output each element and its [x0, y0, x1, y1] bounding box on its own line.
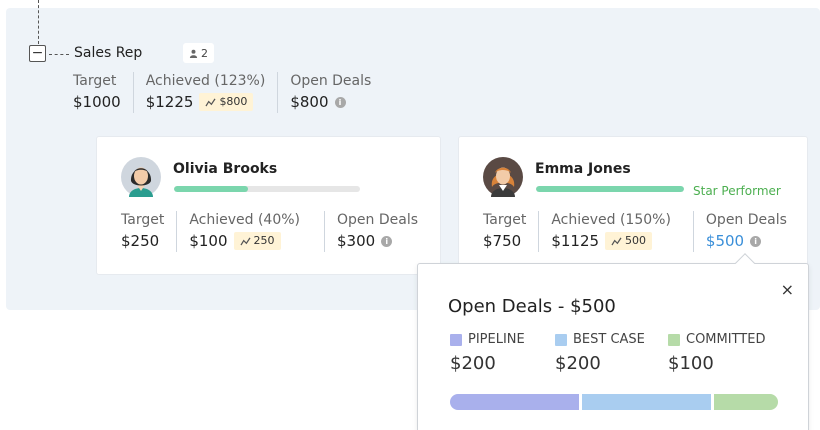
- trend-badge: 500: [605, 232, 653, 250]
- target-label: Target: [483, 212, 527, 228]
- trend-value: 500: [625, 234, 647, 247]
- info-icon[interactable]: i: [334, 96, 346, 108]
- best-case-label: BEST CASE: [573, 332, 645, 347]
- target-stat: Target $250: [121, 211, 176, 252]
- open-deals-label: Open Deals: [705, 212, 787, 228]
- trend-badge: 250: [233, 232, 281, 250]
- trend-up-icon: [205, 98, 216, 106]
- progress-bar-fill: [174, 186, 249, 192]
- star-performer-badge: Star Performer: [693, 184, 781, 198]
- trend-up-icon: [611, 237, 622, 245]
- pipeline-swatch: [450, 333, 462, 346]
- committed-value: $100: [668, 353, 714, 374]
- open-deals-stat: Open Deals $500 i: [692, 211, 799, 252]
- open-deals-stat: Open Deals $300 i: [324, 211, 430, 252]
- target-stat: Target $1000: [73, 72, 133, 113]
- achieved-stat: Achieved (40%) $100 250: [176, 211, 324, 252]
- segment-pipeline: [450, 394, 579, 410]
- open-deals-popover: × Open Deals - $500 PIPELINE $200 BEST C…: [417, 253, 809, 430]
- member-name: Olivia Brooks: [173, 161, 278, 177]
- deal-breakdown-bar: [450, 394, 778, 410]
- open-deals-label: Open Deals: [290, 73, 372, 89]
- member-count: 2: [201, 46, 208, 60]
- target-value: $750: [483, 232, 522, 250]
- trend-value: 250: [253, 234, 275, 247]
- target-value: $1000: [73, 93, 121, 111]
- pipeline-label: PIPELINE: [468, 332, 525, 347]
- segment-best-case: [581, 394, 711, 410]
- legend-committed: COMMITTED $100: [668, 332, 765, 374]
- progress-bar: [174, 186, 360, 192]
- target-value: $250: [121, 232, 160, 250]
- achieved-value: $100: [189, 232, 228, 250]
- achieved-value: $1125: [551, 232, 600, 250]
- best-case-value: $200: [555, 353, 601, 374]
- open-deals-link[interactable]: $500: [706, 230, 744, 252]
- open-deals-value: $300: [337, 232, 376, 250]
- segment-committed: [713, 394, 778, 410]
- tree-connector-vertical: [38, 0, 39, 44]
- member-count-badge: 2: [183, 43, 214, 63]
- progress-bar-fill: [536, 186, 684, 192]
- achieved-label: Achieved (150%): [551, 212, 671, 228]
- committed-label: COMMITTED: [686, 332, 766, 347]
- target-label: Target: [121, 212, 165, 228]
- best-case-swatch: [555, 333, 567, 346]
- target-stat: Target $750: [483, 211, 538, 252]
- open-deals-stat: Open Deals $800 i: [277, 72, 383, 113]
- legend-best-case: BEST CASE $200: [555, 332, 645, 374]
- achieved-label: Achieved (123%): [145, 73, 266, 89]
- member-name: Emma Jones: [535, 161, 631, 177]
- open-deals-label: Open Deals: [337, 212, 418, 228]
- node-title: Sales Rep: [74, 45, 143, 61]
- committed-swatch: [668, 333, 680, 346]
- progress-bar: [536, 186, 684, 192]
- legend-pipeline: PIPELINE $200: [450, 332, 525, 374]
- target-label: Target: [73, 73, 117, 89]
- achieved-stat: Achieved (123%) $1225 $800: [132, 72, 278, 113]
- avatar: [121, 157, 161, 197]
- achieved-stat: Achieved (150%) $1125 500: [538, 211, 693, 252]
- info-icon[interactable]: i: [750, 235, 762, 247]
- popover-title: Open Deals - $500: [448, 296, 616, 317]
- close-icon[interactable]: ×: [781, 280, 794, 299]
- trend-up-icon: [239, 237, 251, 245]
- avatar: [483, 157, 523, 197]
- trend-badge: $800: [199, 93, 254, 111]
- member-stats: Target $250 Achieved (40%) $100 250 Open…: [121, 211, 430, 252]
- person-icon: [189, 49, 198, 58]
- member-card-emma-jones[interactable]: Emma Jones Star Performer Target $750 Ac…: [458, 136, 808, 275]
- achieved-label: Achieved (40%): [189, 212, 300, 228]
- info-icon[interactable]: i: [381, 235, 393, 247]
- member-stats: Target $750 Achieved (150%) $1125 500 Op…: [483, 211, 799, 252]
- trend-value: $800: [219, 95, 248, 108]
- member-card-olivia-brooks[interactable]: Olivia Brooks Target $250 Achieved (40%)…: [96, 136, 441, 275]
- achieved-value: $1225: [145, 93, 194, 111]
- pipeline-value: $200: [450, 353, 496, 374]
- rep-stats: Target $1000 Achieved (123%) $1225 $800 …: [73, 72, 383, 113]
- open-deals-value: $800: [290, 93, 329, 111]
- collapse-toggle-button[interactable]: −: [29, 45, 46, 62]
- tree-connector-horizontal: [49, 54, 69, 55]
